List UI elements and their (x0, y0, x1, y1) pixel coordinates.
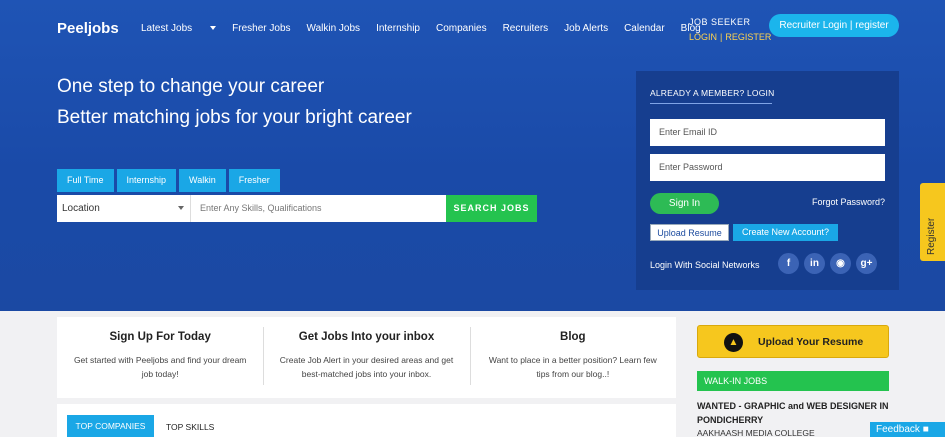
location-select[interactable]: Location (57, 195, 191, 222)
google-plus-icon[interactable]: g+ (856, 253, 877, 274)
email-field[interactable]: Enter Email ID (650, 119, 885, 146)
location-select-value: Location (62, 203, 100, 214)
nav-latest-jobs[interactable]: Latest Jobs (141, 23, 217, 34)
tab-top-skills[interactable]: TOP SKILLS (166, 422, 214, 432)
job-seeker-title: JOB SEEKER (689, 17, 751, 27)
tab-fresher[interactable]: Fresher (228, 169, 280, 192)
feedback-button[interactable]: Feedback ■ (870, 422, 945, 437)
info-title: Blog (560, 331, 586, 343)
skills-search-input[interactable]: Enter Any Skills, Qualifications (191, 195, 446, 222)
login-panel: ALREADY A MEMBER? LOGIN Enter Email ID E… (636, 71, 899, 290)
job-search-bar: Location Enter Any Skills, Qualification… (57, 195, 537, 222)
info-panel: Sign Up For Today Get started with Peelj… (57, 317, 676, 398)
nav-calendar[interactable]: Calendar (624, 23, 665, 34)
nav-companies[interactable]: Companies (436, 23, 487, 34)
sign-in-button[interactable]: Sign In (650, 193, 719, 214)
linkedin-icon[interactable]: in (804, 253, 825, 274)
upload-icon: ▲ (724, 333, 743, 352)
info-signup[interactable]: Sign Up For Today Get started with Peelj… (57, 317, 263, 398)
info-title: Get Jobs Into your inbox (298, 331, 435, 343)
forgot-password-link[interactable]: Forgot Password? (812, 197, 885, 207)
nav-job-alerts[interactable]: Job Alerts (564, 23, 608, 34)
walkin-jobs-header: WALK-IN JOBS (697, 371, 889, 391)
main-nav: Latest Jobs Fresher Jobs Walkin Jobs Int… (141, 23, 717, 34)
chat-icon: ■ (922, 424, 929, 435)
job-seeker-box: JOB SEEKER LOGIN | REGISTER (689, 17, 771, 42)
password-field[interactable]: Enter Password (650, 154, 885, 181)
social-login-label: Login With Social Networks (650, 260, 760, 270)
nav-internship[interactable]: Internship (376, 23, 420, 34)
seeker-register-link[interactable]: REGISTER (725, 32, 771, 42)
tab-walkin[interactable]: Walkin (179, 169, 226, 192)
title-underline (650, 103, 772, 104)
info-description: Create Job Alert in your desired areas a… (279, 355, 454, 379)
nav-latest-jobs-label: Latest Jobs (141, 23, 193, 34)
feedback-label: Feedback (876, 424, 920, 435)
nav-recruiters[interactable]: Recruiters (503, 23, 549, 34)
search-jobs-button[interactable]: SEARCH JOBS (446, 195, 537, 222)
walkin-job-title[interactable]: WANTED - GRAPHIC and WEB DESIGNER IN PON… (697, 399, 897, 427)
info-description: Want to place in a better position? Lear… (488, 355, 657, 379)
facebook-icon[interactable]: f (778, 253, 799, 274)
recruiter-login-button[interactable]: Recruiter Login | register (769, 14, 899, 37)
register-side-tab-label: Register (926, 217, 937, 255)
seeker-login-link[interactable]: LOGIN (689, 32, 717, 42)
nav-walkin-jobs[interactable]: Walkin Jobs (307, 23, 361, 34)
seeker-separator: | (720, 32, 723, 42)
info-title: Sign Up For Today (109, 331, 211, 343)
tab-full-time[interactable]: Full Time (57, 169, 114, 192)
info-blog[interactable]: Blog Want to place in a better position?… (469, 317, 676, 398)
info-description: Get started with Peeljobs and find your … (73, 355, 247, 379)
job-type-tabs: Full Time Internship Walkin Fresher (57, 169, 283, 192)
nav-fresher-jobs[interactable]: Fresher Jobs (232, 23, 290, 34)
tab-internship[interactable]: Internship (116, 169, 177, 192)
hero-section: Peeljobs Latest Jobs Fresher Jobs Walkin… (0, 0, 945, 311)
top-lists-panel: TOP COMPANIES TOP SKILLS (57, 404, 676, 437)
chevron-down-icon (210, 26, 217, 31)
register-side-tab[interactable]: Register (920, 183, 945, 261)
create-account-button[interactable]: Create New Account? (733, 224, 838, 241)
chevron-down-icon (178, 206, 184, 210)
tab-top-companies[interactable]: TOP COMPANIES (67, 415, 154, 437)
upload-your-resume-label: Upload Your Resume (758, 336, 864, 348)
info-job-alerts[interactable]: Get Jobs Into your inbox Create Job Aler… (263, 317, 469, 398)
upload-resume-button[interactable]: Upload Resume (650, 224, 729, 241)
github-icon[interactable]: ◉ (830, 253, 851, 274)
hero-headline: One step to change your career (57, 76, 325, 97)
login-panel-title: ALREADY A MEMBER? LOGIN (650, 88, 775, 98)
site-logo[interactable]: Peeljobs (57, 20, 119, 37)
walkin-company: AAKHAASH MEDIA COLLEGE (697, 428, 815, 437)
hero-subheadline: Better matching jobs for your bright car… (57, 107, 412, 128)
upload-your-resume-button[interactable]: ▲ Upload Your Resume (697, 325, 889, 358)
